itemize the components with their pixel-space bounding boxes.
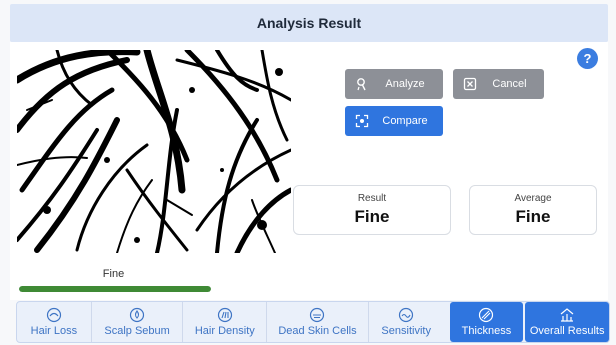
average-value: Fine xyxy=(515,207,551,226)
category-tab-bar: Hair Loss Scalp Sebum Hair Density Dead … xyxy=(16,301,610,343)
scalp-sebum-icon xyxy=(129,307,145,323)
tab-sensitivity[interactable]: Sensitivity xyxy=(367,302,444,342)
tab-label: Hair Loss xyxy=(30,325,78,337)
compare-icon xyxy=(353,112,371,130)
page-title: Analysis Result xyxy=(256,15,362,31)
level-bar-fill xyxy=(19,286,211,292)
cancel-button[interactable]: Cancel xyxy=(453,69,544,99)
title-bar: Analysis Result xyxy=(10,4,608,42)
thickness-icon xyxy=(478,307,494,323)
sensitivity-icon xyxy=(398,307,414,323)
result-card: Result Fine xyxy=(293,185,451,235)
compare-label: Compare xyxy=(382,115,428,127)
level-label: Fine xyxy=(102,268,125,280)
tab-overall-results[interactable]: Overall Results xyxy=(525,302,610,342)
result-caption: Result xyxy=(357,193,387,204)
average-caption: Average xyxy=(514,193,552,204)
tab-label: Overall Results xyxy=(529,325,605,337)
analyze-label: Analyze xyxy=(385,78,425,90)
help-button[interactable]: ? xyxy=(577,48,598,69)
tab-dead-skin-cells[interactable]: Dead Skin Cells xyxy=(266,302,368,342)
tab-hair-loss[interactable]: Hair Loss xyxy=(17,302,91,342)
level-bar xyxy=(19,286,211,292)
tab-label: Scalp Sebum xyxy=(104,325,170,337)
tab-label: Dead Skin Cells xyxy=(278,325,357,337)
tab-label: Thickness xyxy=(461,325,512,337)
tab-label: Sensitivity xyxy=(381,325,431,337)
average-card: Average Fine xyxy=(469,185,597,235)
tab-label: Hair Density xyxy=(194,325,255,337)
analyze-button[interactable]: Analyze xyxy=(345,69,443,99)
compare-button[interactable]: Compare xyxy=(345,106,443,136)
overall-results-icon xyxy=(559,307,575,323)
tab-scalp-sebum[interactable]: Scalp Sebum xyxy=(90,302,183,342)
analyze-icon xyxy=(353,75,371,93)
hair-scan-image xyxy=(17,50,291,253)
cancel-label: Cancel xyxy=(492,78,527,90)
dead-skin-cells-icon xyxy=(309,307,325,323)
hair-scan-picture xyxy=(17,50,291,253)
result-value: Fine xyxy=(354,207,390,226)
tab-hair-density[interactable]: Hair Density xyxy=(182,302,266,342)
cancel-icon xyxy=(461,75,479,93)
hair-density-icon xyxy=(217,307,233,323)
hair-loss-icon xyxy=(46,307,62,323)
tab-thickness[interactable]: Thickness xyxy=(449,302,524,342)
